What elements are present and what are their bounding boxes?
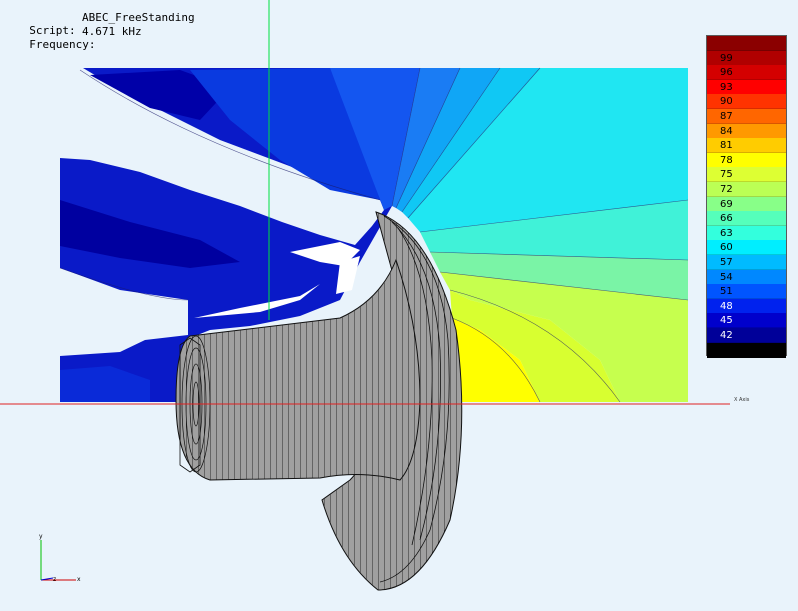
x-axis-label: X Axis — [734, 397, 750, 403]
legend-entry: 42 — [707, 328, 786, 344]
legend-entry: 81 — [707, 138, 786, 154]
3d-viewport[interactable] — [0, 0, 798, 611]
triad-x-label: x — [77, 576, 81, 583]
orientation-triad — [40, 540, 76, 581]
frequency-label: Frequency: — [29, 38, 96, 51]
script-value: ABEC_FreeStanding — [82, 11, 195, 24]
legend-entry: 87 — [707, 109, 786, 125]
color-legend: 99 96 93 90 87 84 81 78 75 72 69 66 63 60 57 54 51 48 45 42 — [706, 35, 787, 358]
legend-entry: 51 — [707, 284, 786, 300]
legend-entry: 93 — [707, 79, 786, 95]
legend-entry: 57 — [707, 255, 786, 271]
legend-entry: 72 — [707, 182, 786, 198]
legend-entry: 99 — [707, 50, 786, 66]
legend-entry: 45 — [707, 313, 786, 329]
legend-entry: 84 — [707, 123, 786, 139]
legend-entry: 48 — [707, 298, 786, 314]
frequency-info: Frequency: 4.671 kHz — [16, 25, 141, 51]
triad-y-label: y — [39, 533, 43, 540]
legend-entry: 96 — [707, 65, 786, 81]
legend-entry: 78 — [707, 152, 786, 168]
legend-entry: 66 — [707, 211, 786, 227]
legend-entry — [707, 342, 786, 358]
legend-entry: 75 — [707, 167, 786, 183]
legend-entry: 54 — [707, 269, 786, 285]
legend-entry: 90 — [707, 94, 786, 110]
frequency-value: 4.671 kHz — [82, 25, 142, 38]
triad-z-label: z — [53, 576, 57, 583]
legend-entry: 63 — [707, 225, 786, 241]
legend-entry — [707, 36, 786, 52]
legend-entry: 69 — [707, 196, 786, 212]
legend-entry: 60 — [707, 240, 786, 256]
